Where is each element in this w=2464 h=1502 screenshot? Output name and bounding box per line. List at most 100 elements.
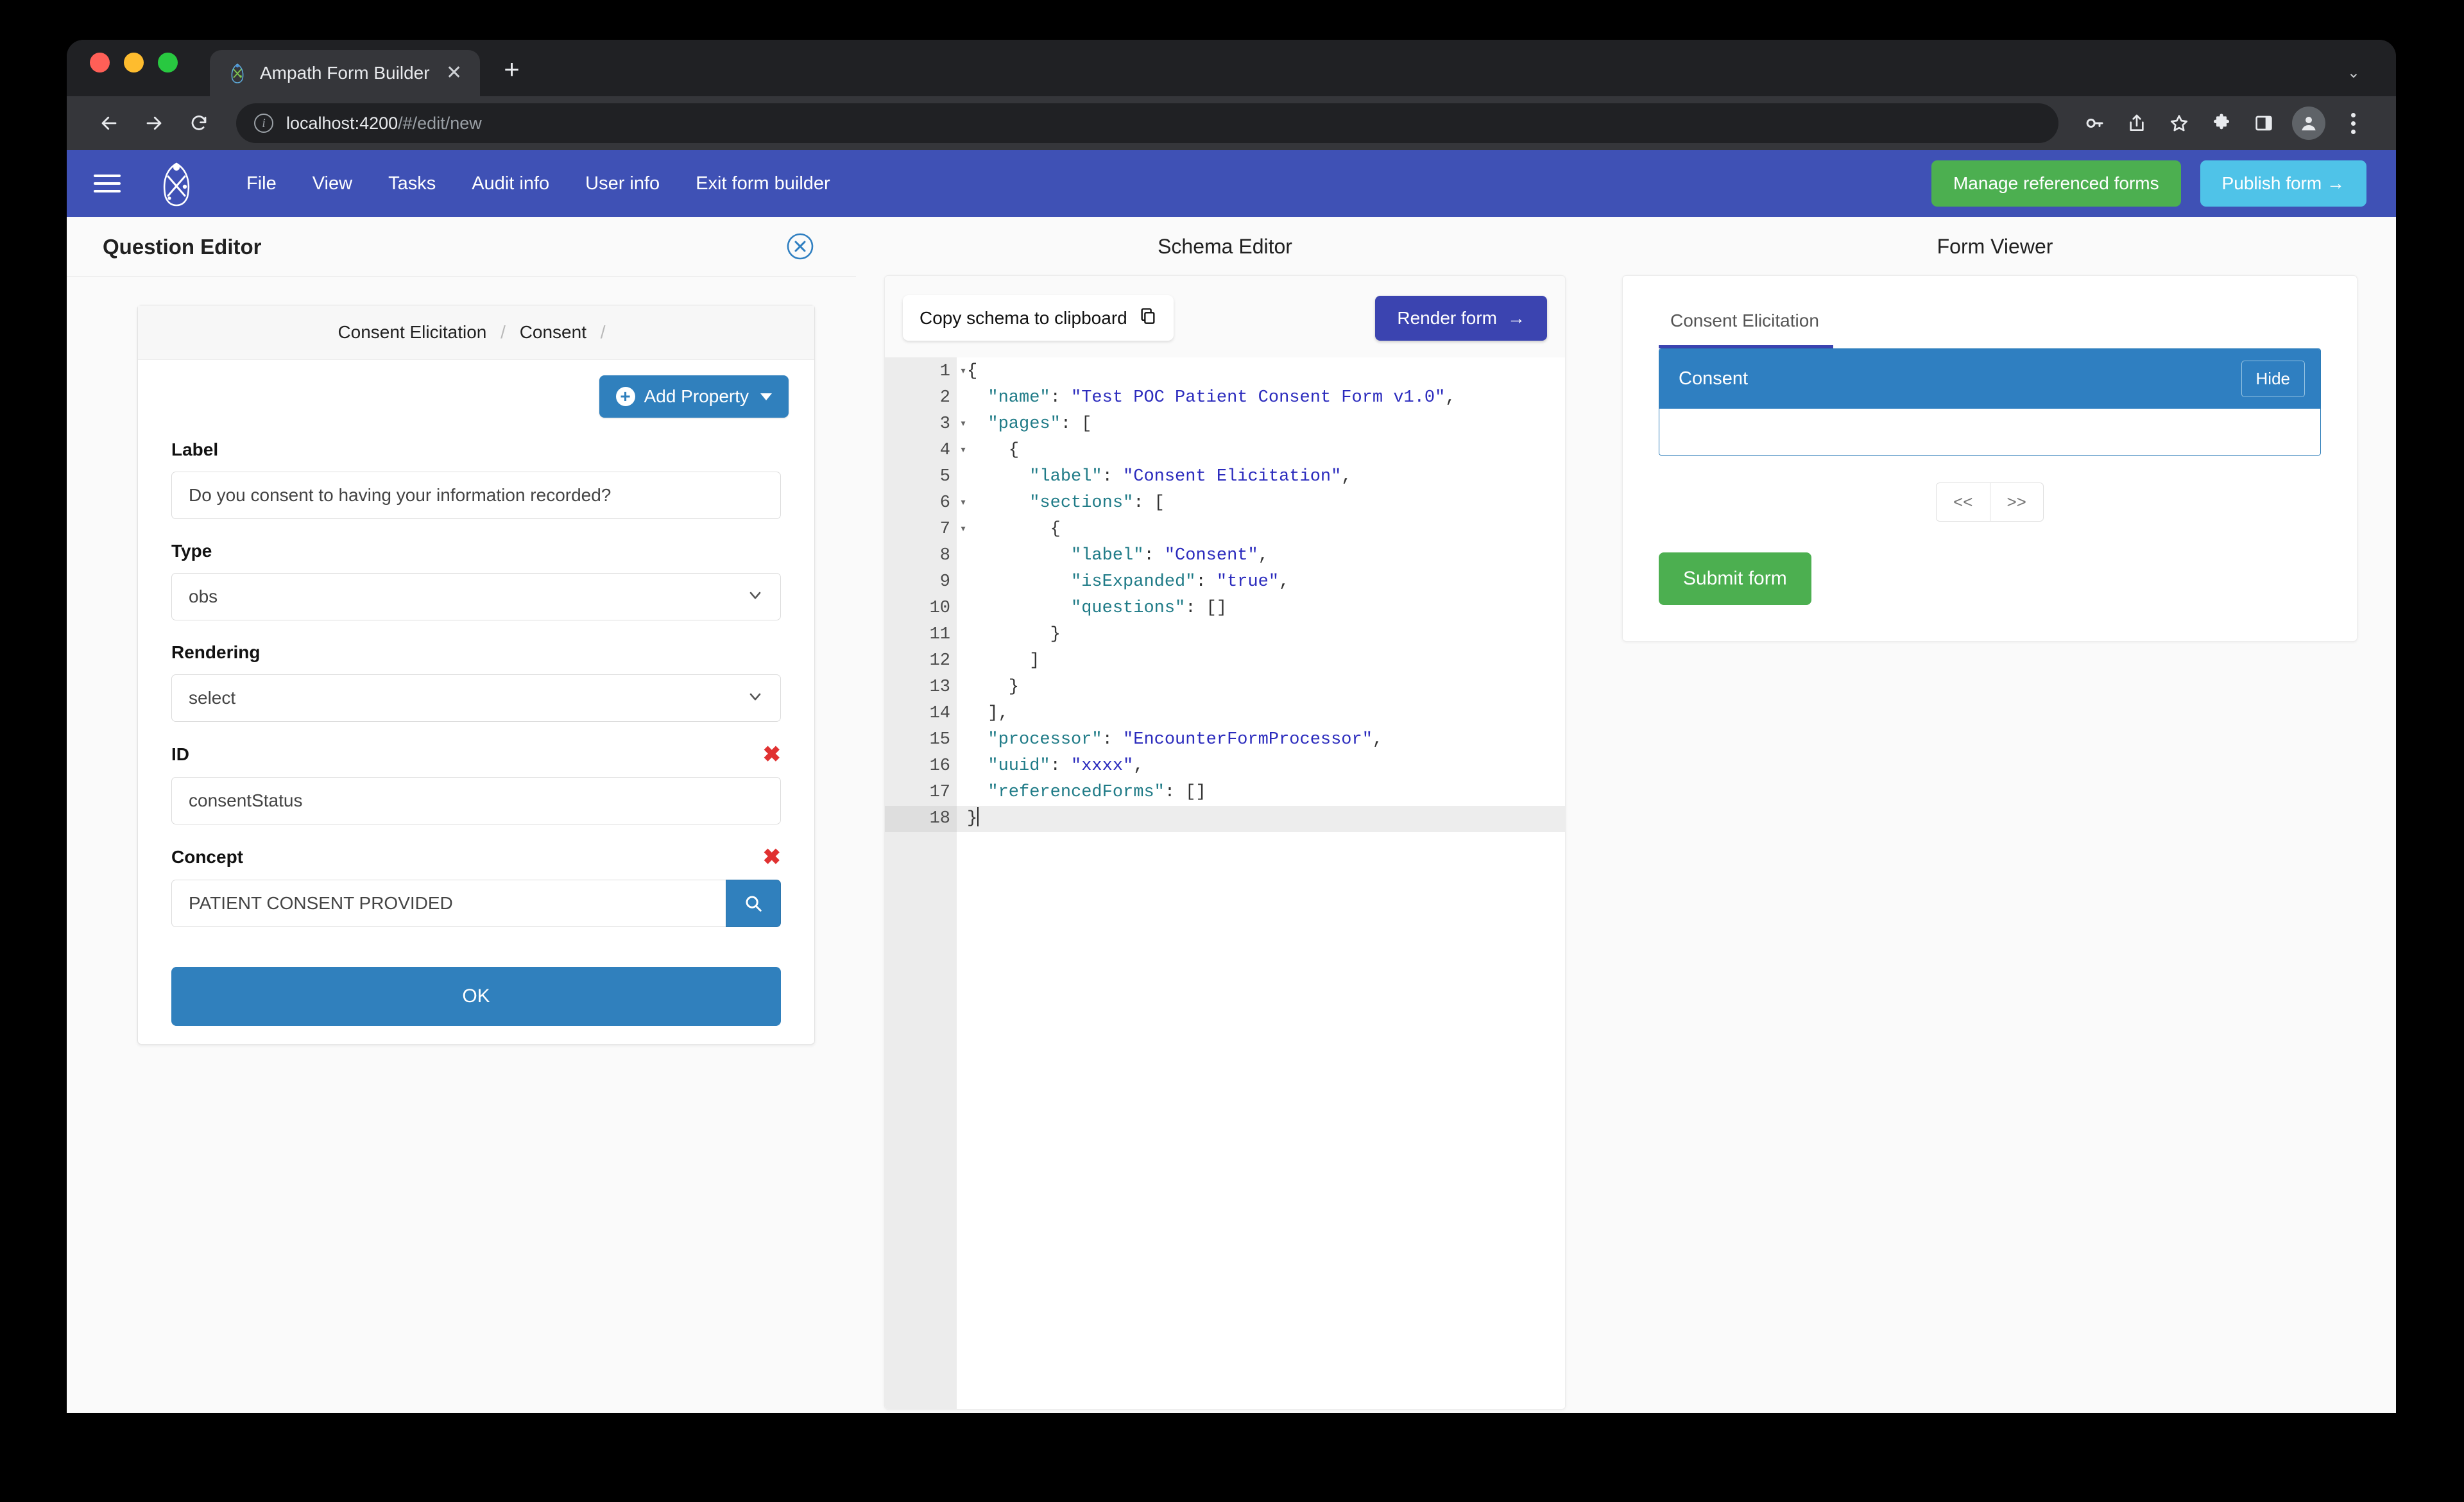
nav-link-view[interactable]: View bbox=[295, 173, 370, 194]
nav-link-file[interactable]: File bbox=[228, 173, 295, 194]
back-arrow-icon[interactable] bbox=[90, 104, 128, 142]
code-area[interactable]: { "name": "Test POC Patient Consent Form… bbox=[957, 357, 1565, 1409]
search-icon[interactable] bbox=[726, 880, 781, 927]
gutter-line-number: 17 bbox=[929, 783, 950, 802]
code-token: "EncounterFormProcessor" bbox=[1123, 730, 1373, 749]
code-line: "isExpanded": "true", bbox=[967, 569, 1565, 595]
code-token: "name" bbox=[988, 388, 1050, 407]
type-select[interactable]: obs bbox=[171, 573, 781, 620]
gutter-line-number: 2 bbox=[939, 388, 950, 407]
page-viewport: File View Tasks Audit info User info Exi… bbox=[67, 150, 2396, 1413]
nav-link-audit-info[interactable]: Audit info bbox=[454, 173, 567, 194]
code-line: "label": "Consent", bbox=[967, 543, 1565, 569]
browser-toolbar: i localhost:4200/#/edit/new bbox=[67, 96, 2396, 150]
nav-link-tasks[interactable]: Tasks bbox=[370, 173, 454, 194]
forward-arrow-icon[interactable] bbox=[135, 104, 173, 142]
code-token: "label" bbox=[1029, 467, 1102, 486]
id-input[interactable] bbox=[171, 777, 781, 824]
rendering-field-caption: Rendering bbox=[171, 642, 261, 662]
close-circle-icon[interactable] bbox=[785, 232, 815, 261]
code-line: "name": "Test POC Patient Consent Form v… bbox=[967, 385, 1565, 411]
breadcrumb-item-page[interactable]: Consent Elicitation bbox=[338, 322, 486, 342]
submit-form-button[interactable]: Submit form bbox=[1659, 552, 1811, 605]
gutter-line-number: 5 bbox=[939, 467, 950, 486]
nav-link-user-info[interactable]: User info bbox=[567, 173, 678, 194]
ok-button[interactable]: OK bbox=[171, 967, 781, 1026]
code-token: : bbox=[1050, 388, 1072, 407]
remove-concept-field-icon[interactable]: ✖ bbox=[763, 846, 782, 868]
minimize-window-button[interactable] bbox=[124, 52, 144, 73]
side-panel-icon[interactable] bbox=[2246, 105, 2282, 141]
code-token: ], bbox=[988, 704, 1009, 723]
code-line: "referencedForms": [] bbox=[967, 780, 1565, 806]
key-icon[interactable] bbox=[2076, 105, 2112, 141]
maximize-window-button[interactable] bbox=[158, 52, 178, 73]
remove-id-field-icon[interactable]: ✖ bbox=[763, 744, 782, 765]
field-rendering: Rendering select bbox=[138, 642, 814, 722]
schema-code-editor[interactable]: 1 ▾ 2 3 ▾ 4 ▾ 5 6 ▾ 7 ▾ 8 9 10 11 12 13 14 15 16 17 18 { "name… bbox=[885, 357, 1565, 1409]
code-token: } bbox=[1050, 625, 1061, 644]
nav-link-exit-form-builder[interactable]: Exit form builder bbox=[678, 173, 848, 194]
gutter-line-number: 7 ▾ bbox=[885, 516, 967, 543]
code-token: : bbox=[1102, 467, 1124, 486]
copy-schema-to-clipboard-button[interactable]: Copy schema to clipboard bbox=[903, 295, 1174, 341]
rendering-select[interactable]: select bbox=[171, 674, 781, 722]
concept-input[interactable] bbox=[171, 880, 726, 927]
star-icon[interactable] bbox=[2161, 105, 2197, 141]
browser-menu-icon[interactable] bbox=[2337, 112, 2369, 134]
hamburger-menu-icon[interactable] bbox=[94, 175, 135, 192]
code-token: "sections" bbox=[1029, 493, 1134, 513]
tab-list-chevron-icon[interactable]: ⌄ bbox=[2347, 64, 2360, 82]
field-label: Label bbox=[138, 440, 814, 519]
browser-window: Ampath Form Builder ✕ + ⌄ i localhost:42… bbox=[67, 40, 2396, 1413]
browser-tab[interactable]: Ampath Form Builder ✕ bbox=[210, 50, 480, 96]
next-page-button[interactable]: >> bbox=[1990, 482, 2044, 522]
schema-editor-panel: Schema Editor Copy schema to clipboard R… bbox=[856, 217, 1594, 1413]
code-line: { bbox=[967, 359, 1565, 385]
code-token: "true" bbox=[1216, 572, 1279, 592]
add-property-button[interactable]: + Add Property bbox=[599, 375, 789, 418]
reload-icon[interactable] bbox=[180, 104, 218, 142]
previous-page-button[interactable]: << bbox=[1936, 482, 1990, 522]
code-line: } bbox=[957, 806, 1565, 832]
form-viewer-title: Form Viewer bbox=[1937, 235, 2053, 258]
app-navbar: File View Tasks Audit info User info Exi… bbox=[67, 150, 2396, 217]
new-tab-button[interactable]: + bbox=[495, 53, 529, 86]
code-token: : bbox=[1143, 546, 1165, 565]
schema-editor-card: Copy schema to clipboard Render form → 1… bbox=[884, 275, 1566, 1410]
close-window-button[interactable] bbox=[90, 52, 110, 73]
extensions-puzzle-icon[interactable] bbox=[2203, 105, 2239, 141]
render-form-label: Render form bbox=[1397, 307, 1497, 328]
manage-referenced-forms-button[interactable]: Manage referenced forms bbox=[1931, 160, 2181, 207]
code-token: "Consent Elicitation" bbox=[1123, 467, 1342, 486]
code-token: : [ bbox=[1133, 493, 1165, 513]
gutter-line-number: 1 ▾ bbox=[885, 359, 967, 385]
form-section-title: Consent bbox=[1679, 368, 1749, 389]
gutter-line-number: 13 bbox=[929, 678, 950, 697]
form-viewer-pager: << >> bbox=[1623, 482, 2357, 522]
code-line: "sections": [ bbox=[967, 490, 1565, 516]
site-info-icon[interactable]: i bbox=[254, 114, 273, 133]
breadcrumb-item-section[interactable]: Consent bbox=[520, 322, 586, 342]
render-form-button[interactable]: Render form → bbox=[1375, 295, 1547, 341]
label-input[interactable] bbox=[171, 472, 781, 519]
question-editor-title: Question Editor bbox=[103, 235, 262, 259]
publish-form-button[interactable]: Publish form → bbox=[2200, 160, 2366, 207]
share-icon[interactable] bbox=[2119, 105, 2155, 141]
profile-avatar[interactable] bbox=[2292, 107, 2325, 140]
code-token: "referencedForms" bbox=[988, 783, 1165, 802]
concept-input-group bbox=[171, 880, 781, 927]
tab-close-icon[interactable]: ✕ bbox=[441, 64, 467, 83]
breadcrumb-separator: / bbox=[501, 322, 506, 342]
add-property-row: + Add Property bbox=[138, 360, 814, 418]
gutter-line-number: 4 ▾ bbox=[885, 438, 967, 464]
code-line: "pages": [ bbox=[967, 411, 1565, 438]
id-field-caption: ID bbox=[171, 744, 189, 764]
hide-section-button[interactable]: Hide bbox=[2241, 361, 2305, 397]
address-bar[interactable]: i localhost:4200/#/edit/new bbox=[236, 103, 2058, 143]
code-line: { bbox=[967, 516, 1565, 543]
gutter-line-number: 11 bbox=[929, 625, 950, 644]
gutter-line-number: 6 ▾ bbox=[885, 490, 967, 516]
tab-consent-elicitation[interactable]: Consent Elicitation bbox=[1659, 311, 1833, 348]
schema-editor-title: Schema Editor bbox=[1158, 235, 1292, 258]
